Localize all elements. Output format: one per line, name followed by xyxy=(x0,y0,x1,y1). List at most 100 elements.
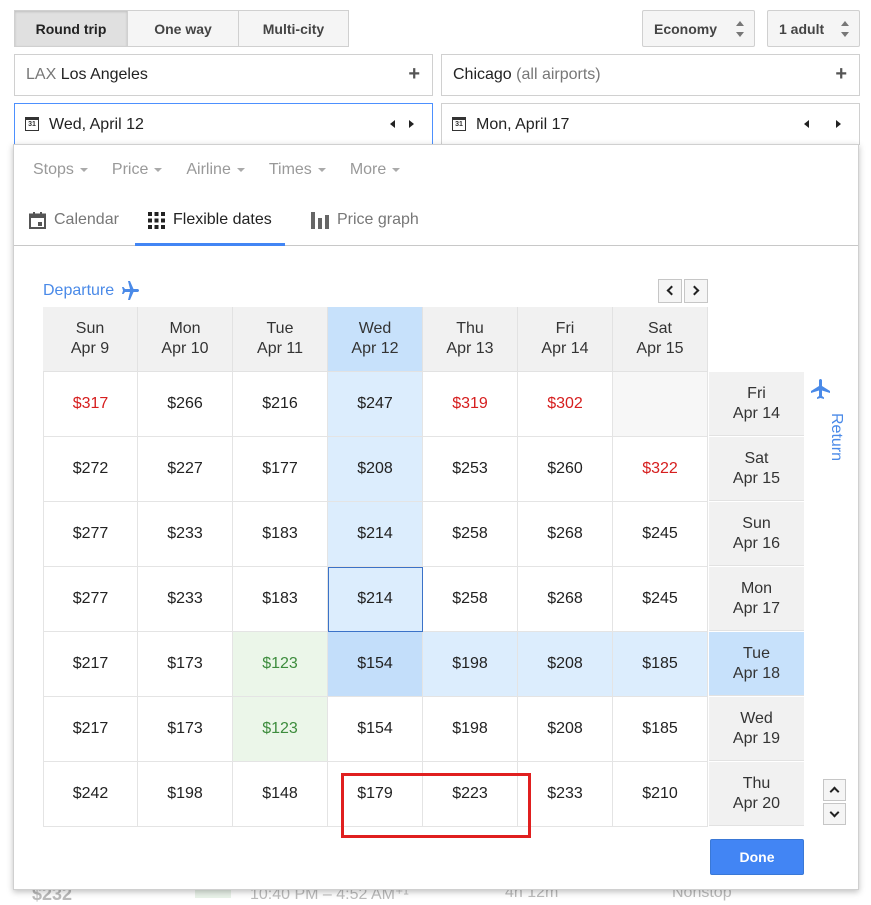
airplane-icon xyxy=(811,379,830,399)
price-cell[interactable]: $208 xyxy=(518,697,613,762)
day-date: Apr 17 xyxy=(732,599,781,617)
price-cell[interactable]: $217 xyxy=(43,697,138,762)
price-cell[interactable]: $148 xyxy=(233,762,328,827)
price-cell[interactable]: $242 xyxy=(43,762,138,827)
day-of-week: Mon xyxy=(169,320,201,337)
price-cell[interactable]: $245 xyxy=(613,502,708,567)
return-date-field[interactable]: 31 Mon, April 17 xyxy=(441,103,860,145)
day-date: Apr 13 xyxy=(446,340,494,357)
price-cell[interactable]: $253 xyxy=(423,437,518,502)
price-cell[interactable]: $208 xyxy=(328,437,423,502)
price-cell[interactable]: $319 xyxy=(423,372,518,437)
price-cell[interactable]: $177 xyxy=(233,437,328,502)
price-cell[interactable]: $208 xyxy=(518,632,613,697)
day-of-week: Mon xyxy=(740,579,773,597)
destination-detail: (all airports) xyxy=(516,66,601,83)
price-cell[interactable]: $185 xyxy=(613,697,708,762)
price-cell[interactable]: $258 xyxy=(423,502,518,567)
previous-day-icon[interactable] xyxy=(390,120,395,128)
caret-down-icon xyxy=(236,167,245,172)
price-cell[interactable]: $123 xyxy=(233,697,328,762)
price-cell[interactable]: $214 xyxy=(328,502,423,567)
price-cell[interactable]: $227 xyxy=(138,437,233,502)
tab-flexible-dates[interactable]: Flexible dates xyxy=(135,195,285,246)
price-cell[interactable]: $173 xyxy=(138,697,233,762)
next-week-button[interactable] xyxy=(684,279,708,303)
filter-price[interactable]: Price xyxy=(112,161,163,179)
flexible-dates-panel: Stops Price Airline Times More Calendar … xyxy=(13,144,859,890)
price-cell[interactable]: $210 xyxy=(613,762,708,827)
price-cell[interactable]: $123 xyxy=(233,632,328,697)
price-cell[interactable]: $277 xyxy=(43,502,138,567)
day-of-week: Sat xyxy=(647,320,672,337)
day-of-week: Sun xyxy=(742,514,771,532)
add-destination-icon[interactable]: + xyxy=(835,63,847,86)
passenger-count-label: 1 adult xyxy=(779,20,825,37)
return-day-header: Fri Apr 14 xyxy=(709,372,804,436)
add-origin-icon[interactable]: + xyxy=(408,63,420,86)
day-date: Apr 14 xyxy=(732,404,781,422)
price-cell[interactable]: $198 xyxy=(138,762,233,827)
scroll-up-button[interactable] xyxy=(823,779,846,801)
tab-price-graph[interactable]: Price graph xyxy=(311,195,419,245)
price-cell[interactable]: $260 xyxy=(518,437,613,502)
scroll-down-button[interactable] xyxy=(823,803,846,825)
price-cell[interactable]: $317 xyxy=(43,372,138,437)
price-cell[interactable]: $198 xyxy=(423,697,518,762)
price-cell[interactable]: $272 xyxy=(43,437,138,502)
cabin-class-select[interactable]: Economy xyxy=(642,10,755,47)
price-cell[interactable]: $217 xyxy=(43,632,138,697)
passenger-count-select[interactable]: 1 adult xyxy=(767,10,860,47)
price-cell[interactable]: $183 xyxy=(233,502,328,567)
price-cell[interactable]: $322 xyxy=(613,437,708,502)
updown-arrows-icon xyxy=(841,20,849,38)
day-of-week: Wed xyxy=(358,320,392,337)
departure-date-field[interactable]: 31 Wed, April 12 xyxy=(14,103,433,145)
filter-label: Stops xyxy=(33,161,74,178)
filter-airline[interactable]: Airline xyxy=(186,161,245,179)
price-cell[interactable]: $233 xyxy=(138,502,233,567)
price-cell[interactable]: $233 xyxy=(518,762,613,827)
price-cell[interactable]: $245 xyxy=(613,567,708,632)
next-day-icon[interactable] xyxy=(836,120,841,128)
price-cell[interactable]: $268 xyxy=(518,502,613,567)
previous-week-button[interactable] xyxy=(658,279,682,303)
calendar-icon xyxy=(29,211,46,229)
price-cell[interactable]: $302 xyxy=(518,372,613,437)
destination-field[interactable]: Chicago (all airports) + xyxy=(441,54,860,96)
price-cell[interactable]: $154 xyxy=(328,697,423,762)
price-cell[interactable]: $247 xyxy=(328,372,423,437)
one-way-button[interactable]: One way xyxy=(128,10,239,47)
tab-label: Flexible dates xyxy=(173,211,272,228)
filter-stops[interactable]: Stops xyxy=(33,161,88,179)
origin-field[interactable]: LAX Los Angeles + xyxy=(14,54,433,96)
departure-axis-label: Departure xyxy=(43,279,141,303)
day-of-week: Tue xyxy=(743,644,770,662)
price-cell[interactable]: $154 xyxy=(328,632,423,697)
price-cell[interactable]: $183 xyxy=(233,567,328,632)
price-cell[interactable]: $198 xyxy=(423,632,518,697)
price-cell[interactable]: $216 xyxy=(233,372,328,437)
done-button[interactable]: Done xyxy=(710,839,804,875)
trip-type-selector: Round trip One way Multi-city xyxy=(14,10,349,47)
price-cell[interactable]: $185 xyxy=(613,632,708,697)
day-date: Apr 20 xyxy=(732,794,781,812)
price-cell[interactable]: $268 xyxy=(518,567,613,632)
price-cell[interactable]: $223 xyxy=(423,762,518,827)
day-date: Apr 15 xyxy=(732,469,781,487)
price-cell[interactable]: $266 xyxy=(138,372,233,437)
price-cell[interactable]: $233 xyxy=(138,567,233,632)
caret-down-icon xyxy=(79,167,88,172)
multi-city-button[interactable]: Multi-city xyxy=(239,10,349,47)
price-cell[interactable]: $258 xyxy=(423,567,518,632)
filter-times[interactable]: Times xyxy=(269,161,326,179)
price-cell[interactable]: $277 xyxy=(43,567,138,632)
filter-more[interactable]: More xyxy=(350,161,401,179)
price-cell[interactable]: $214 xyxy=(328,567,423,632)
next-day-icon[interactable] xyxy=(409,120,414,128)
price-cell[interactable]: $173 xyxy=(138,632,233,697)
previous-day-icon[interactable] xyxy=(804,120,809,128)
price-cell[interactable]: $179 xyxy=(328,762,423,827)
tab-calendar[interactable]: Calendar xyxy=(29,195,119,245)
round-trip-button[interactable]: Round trip xyxy=(14,10,128,47)
